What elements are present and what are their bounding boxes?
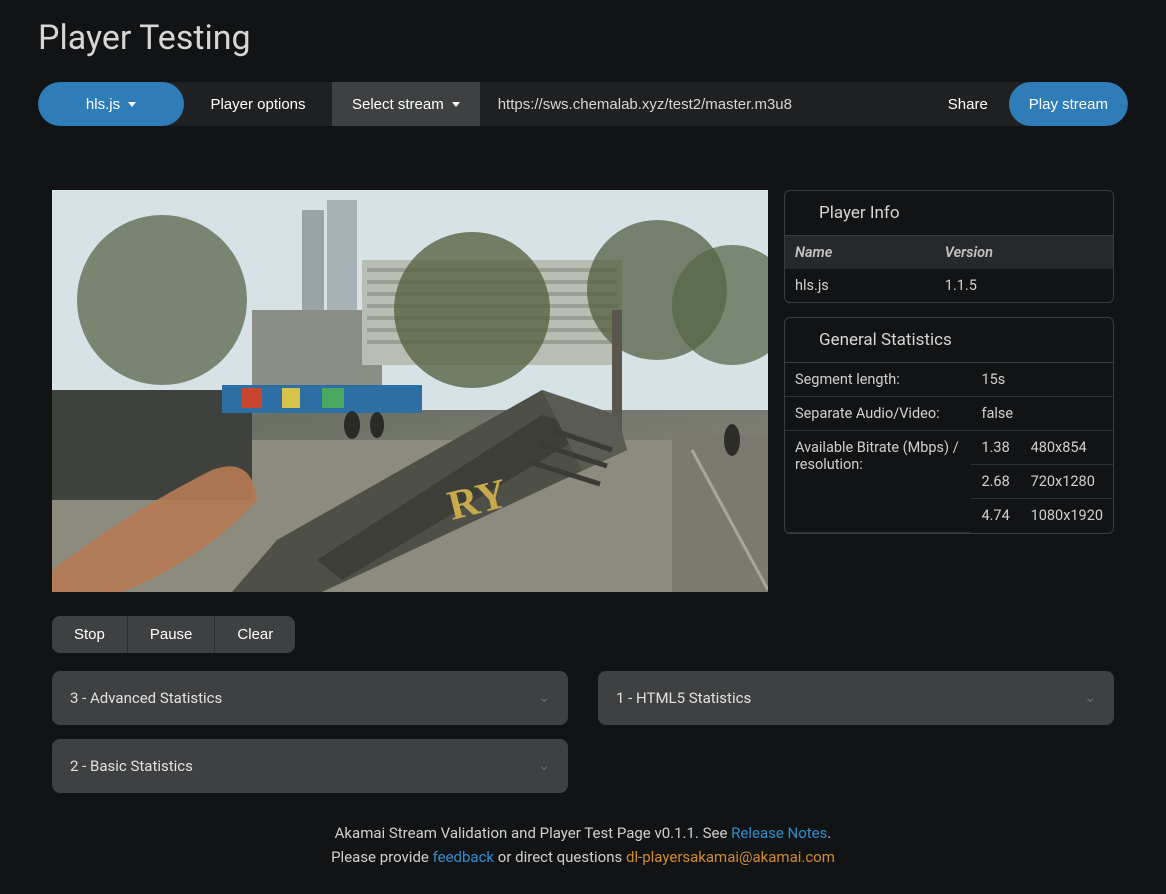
player-info-panel: Player Info Name Version hls.js 1.1.5	[784, 190, 1114, 303]
player-select-dropdown[interactable]: hls.js	[38, 82, 184, 126]
separate-av-label: Separate Audio/Video:	[785, 397, 971, 431]
clear-button[interactable]: Clear	[215, 616, 295, 653]
chevron-down-icon	[452, 102, 460, 107]
general-stats-panel: General Statistics Segment length: 15s S…	[784, 317, 1114, 534]
bitrate-label: Available Bitrate (Mbps) / resolution:	[785, 431, 971, 533]
playback-controls: Stop Pause Clear	[52, 616, 295, 653]
bitrate-mbps-2: 4.74	[971, 499, 1020, 533]
name-column-header: Name	[785, 236, 935, 269]
version-column-header: Version	[935, 236, 1113, 269]
footer-text: .	[827, 824, 831, 842]
video-player[interactable]: RY	[52, 190, 768, 592]
main-toolbar: hls.js Player options Select stream Shar…	[38, 82, 1128, 126]
player-options-button[interactable]: Player options	[184, 82, 332, 126]
player-name-value: hls.js	[785, 269, 935, 302]
select-stream-label: Select stream	[352, 96, 444, 113]
player-info-header: Player Info	[785, 191, 1113, 236]
stop-button[interactable]: Stop	[52, 616, 128, 653]
stream-url-input[interactable]	[480, 82, 927, 126]
accordion-advanced-stats[interactable]: 3 - Advanced Statistics ⌄	[52, 671, 568, 725]
general-stats-header: General Statistics	[785, 318, 1113, 363]
segment-length-label: Segment length:	[785, 363, 971, 397]
chevron-down-icon: ⌄	[1084, 690, 1096, 706]
pause-button[interactable]: Pause	[128, 616, 216, 653]
bitrate-mbps-1: 2.68	[971, 465, 1020, 499]
accordion-label: 3 - Advanced Statistics	[70, 689, 222, 707]
select-stream-dropdown[interactable]: Select stream	[332, 82, 480, 126]
separate-av-value: false	[971, 397, 1113, 431]
footer-text: Akamai Stream Validation and Player Test…	[335, 824, 732, 842]
accordion-label: 2 - Basic Statistics	[70, 757, 193, 775]
accordion-basic-stats[interactable]: 2 - Basic Statistics ⌄	[52, 739, 568, 793]
bitrate-mbps-0: 1.38	[971, 431, 1020, 465]
bitrate-res-0: 480x854	[1021, 431, 1113, 465]
accordion-label: 1 - HTML5 Statistics	[616, 689, 751, 707]
footer-text: or direct questions	[498, 848, 626, 866]
contact-email-link[interactable]: dl-playersakamai@akamai.com	[626, 848, 835, 866]
play-stream-button[interactable]: Play stream	[1009, 82, 1128, 126]
release-notes-link[interactable]: Release Notes	[731, 824, 827, 842]
chevron-down-icon	[128, 102, 136, 107]
bitrate-res-2: 1080x1920	[1021, 499, 1113, 533]
page-title: Player Testing	[38, 18, 1128, 58]
segment-length-value: 15s	[971, 363, 1113, 397]
player-select-label: hls.js	[86, 96, 120, 113]
chevron-down-icon: ⌄	[538, 758, 550, 774]
chevron-down-icon: ⌄	[538, 690, 550, 706]
share-button[interactable]: Share	[927, 82, 1009, 126]
accordion-html5-stats[interactable]: 1 - HTML5 Statistics ⌄	[598, 671, 1114, 725]
feedback-link[interactable]: feedback	[433, 848, 494, 866]
player-version-value: 1.1.5	[935, 269, 1113, 302]
footer-text: Please provide	[331, 848, 433, 866]
bitrate-res-1: 720x1280	[1021, 465, 1113, 499]
